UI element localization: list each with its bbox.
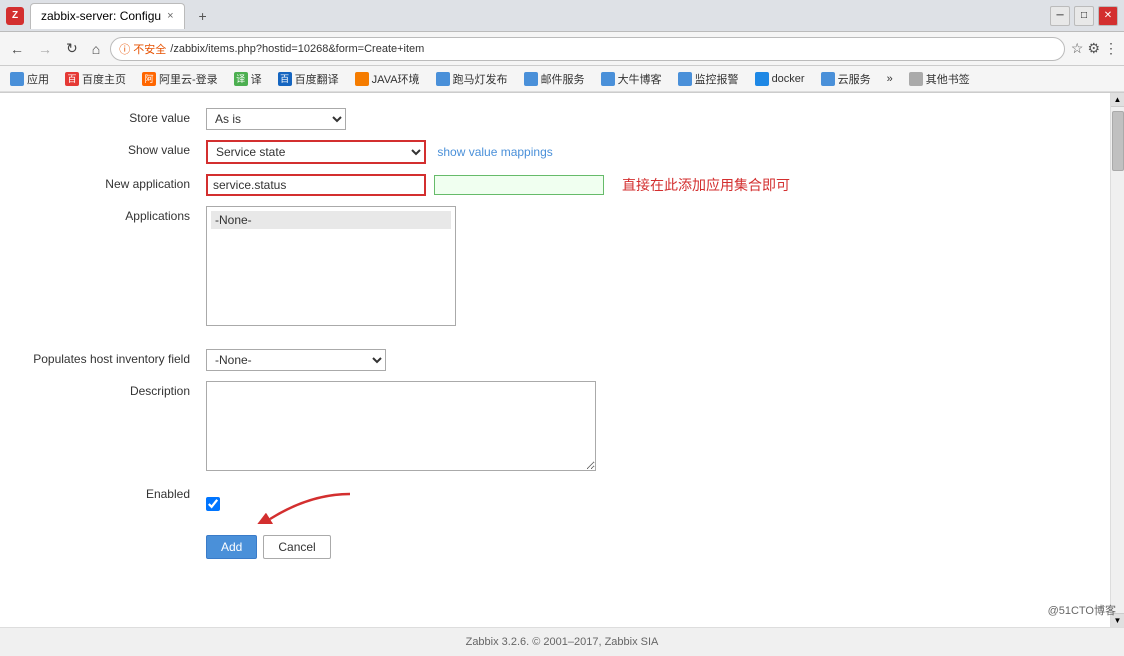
url-text: /zabbix/items.php?hostid=10268&form=Crea… — [170, 43, 1056, 55]
bookmark-baidu-translate[interactable]: 百 百度翻译 — [274, 70, 343, 88]
bookmark-button[interactable]: ☆ — [1071, 40, 1084, 57]
form-table: Store value As is Delta (speed per secon… — [20, 103, 1090, 564]
url-bar[interactable]: ⓘ 不安全 /zabbix/items.php?hostid=10268&for… — [110, 37, 1065, 61]
new-application-label: New application — [20, 169, 200, 201]
extensions-button[interactable]: ⚙ — [1087, 40, 1100, 57]
bookmark-translate-short[interactable]: 译 译 — [230, 70, 266, 88]
cloud-icon: ​ — [821, 72, 835, 86]
annotation-text: 直接在此添加应用集合即可 — [622, 175, 790, 195]
bookmark-apps[interactable]: ​ 应用 — [6, 70, 53, 88]
security-indicator: ⓘ 不安全 — [119, 41, 166, 57]
tab-close-button[interactable]: × — [167, 10, 173, 22]
reload-button[interactable]: ↻ — [62, 38, 82, 59]
watermark: @51CTO博客 — [1048, 602, 1116, 618]
back-button[interactable]: ← — [6, 39, 28, 59]
mail-icon: ​ — [524, 72, 538, 86]
applications-row: Applications -None- — [20, 201, 1090, 331]
zabbix-favicon: Z — [6, 7, 24, 25]
bookmark-cloud[interactable]: ​ 云服务 — [817, 70, 875, 88]
ali-icon: 阿 — [142, 72, 156, 86]
footer-text: Zabbix 3.2.6. © 2001–2017, Zabbix SIA — [466, 636, 659, 648]
store-value-label: Store value — [20, 103, 200, 135]
populates-row: Populates host inventory field -None- — [20, 344, 1090, 376]
footer: Zabbix 3.2.6. © 2001–2017, Zabbix SIA — [0, 627, 1124, 656]
description-label: Description — [20, 376, 200, 479]
cancel-button[interactable]: Cancel — [263, 535, 330, 559]
close-button[interactable]: ✕ — [1098, 6, 1118, 26]
scrollbar[interactable]: ▲ ▼ — [1110, 93, 1124, 627]
home-button[interactable]: ⌂ — [88, 39, 104, 59]
bookmark-ali[interactable]: 阿 阿里云-登录 — [138, 70, 222, 88]
bookmark-pmd[interactable]: ​ 跑马灯发布 — [432, 70, 512, 88]
action-buttons-row: Add Cancel — [20, 529, 1090, 564]
forward-button[interactable]: → — [34, 39, 56, 59]
maximize-button[interactable]: □ — [1074, 6, 1094, 26]
bookmark-more[interactable]: » — [883, 72, 897, 86]
browser-tab[interactable]: zabbix-server: Configu × — [30, 3, 185, 29]
java-icon: ​ — [355, 72, 369, 86]
baidu-icon: 百 — [65, 72, 79, 86]
bookmarks-bar: ​ 应用 百 百度主页 阿 阿里云-登录 译 译 百 百度翻译 ​ JAVA环境… — [0, 66, 1124, 92]
apps-icon: ​ — [10, 72, 24, 86]
new-application-row: New application 直接在此添加应用集合即可 — [20, 169, 1090, 201]
other-icon: ​ — [909, 72, 923, 86]
show-value-label: Show value — [20, 135, 200, 169]
bookmark-baidu-home[interactable]: 百 百度主页 — [61, 70, 130, 88]
scroll-thumb[interactable] — [1112, 111, 1124, 171]
show-value-select[interactable]: Service state As is — [206, 140, 426, 164]
populates-label: Populates host inventory field — [20, 344, 200, 376]
applications-listbox[interactable]: -None- — [206, 206, 456, 326]
bookmark-java[interactable]: ​ JAVA环境 — [351, 70, 424, 88]
scroll-up-button[interactable]: ▲ — [1111, 93, 1124, 107]
minimize-button[interactable]: ─ — [1050, 6, 1070, 26]
inventory-field-select[interactable]: -None- — [206, 349, 386, 371]
trans-icon: 译 — [234, 72, 248, 86]
description-row: Description — [20, 376, 1090, 479]
bookmark-mail[interactable]: ​ 邮件服务 — [520, 70, 589, 88]
applications-label: Applications — [20, 201, 200, 331]
pmd-icon: ​ — [436, 72, 450, 86]
bookmark-blog[interactable]: ​ 大牛博客 — [597, 70, 666, 88]
spacer-row — [20, 331, 1090, 344]
show-value-mappings-link[interactable]: show value mappings — [437, 145, 552, 159]
bookmark-monitor[interactable]: ​ 监控报警 — [674, 70, 743, 88]
monitor-icon: ​ — [678, 72, 692, 86]
arrow-annotation — [250, 484, 370, 524]
new-application-input[interactable] — [206, 174, 426, 196]
docker-icon: ​ — [755, 72, 769, 86]
bookmark-docker[interactable]: ​ docker — [751, 71, 809, 87]
new-tab-button[interactable]: + — [191, 4, 215, 28]
enabled-checkbox[interactable] — [206, 497, 220, 511]
show-value-row: Show value Service state As is show valu… — [20, 135, 1090, 169]
description-textarea[interactable] — [206, 381, 596, 471]
blog-icon: ​ — [601, 72, 615, 86]
baidu2-icon: 百 — [278, 72, 292, 86]
bookmark-other[interactable]: ​ 其他书签 — [905, 70, 974, 88]
applications-none-item[interactable]: -None- — [211, 211, 451, 229]
tab-title: zabbix-server: Configu — [41, 9, 161, 23]
new-application-extra-input[interactable] — [434, 175, 604, 195]
enabled-label: Enabled — [20, 479, 200, 529]
store-value-row: Store value As is Delta (speed per secon… — [20, 103, 1090, 135]
menu-button[interactable]: ⋮ — [1104, 40, 1118, 57]
store-value-select[interactable]: As is Delta (speed per second) Delta (si… — [206, 108, 346, 130]
enabled-row: Enabled — [20, 479, 1090, 529]
add-button[interactable]: Add — [206, 535, 257, 559]
